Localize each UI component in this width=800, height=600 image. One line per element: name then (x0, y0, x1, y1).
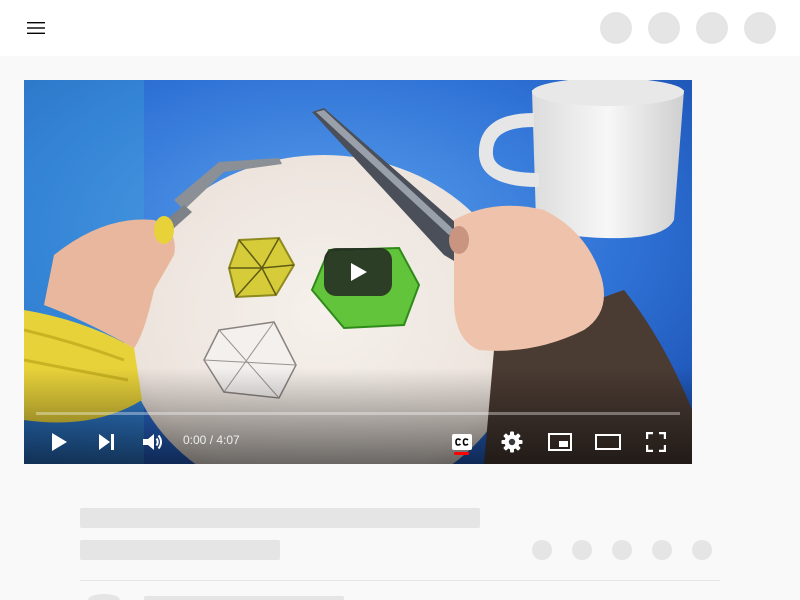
topbar-placeholder-1[interactable] (600, 12, 632, 44)
theater-mode-icon (595, 434, 621, 450)
fullscreen-icon (646, 432, 666, 452)
miniplayer-button[interactable] (542, 424, 578, 460)
progress-bar[interactable] (36, 412, 680, 415)
topbar-placeholder-3[interactable] (696, 12, 728, 44)
hamburger-menu-icon (27, 22, 45, 34)
subtitle-placeholder (80, 540, 280, 560)
menu-button[interactable] (18, 10, 54, 46)
volume-icon (143, 434, 162, 450)
skip-next-icon (99, 434, 114, 450)
settings-button[interactable] (494, 424, 530, 460)
closed-captions-icon (452, 434, 472, 450)
captions-active-indicator (454, 452, 469, 455)
topbar-placeholder-4[interactable] (744, 12, 776, 44)
top-bar (0, 0, 800, 56)
action-placeholder (692, 540, 712, 560)
action-placeholder (572, 540, 592, 560)
action-placeholder (532, 540, 552, 560)
play-button[interactable] (41, 424, 77, 460)
divider (80, 580, 720, 581)
theater-mode-button[interactable] (590, 424, 626, 460)
video-player[interactable]: 0:00 / 4:07 (24, 80, 692, 464)
mute-button[interactable] (135, 424, 171, 460)
channel-avatar-placeholder (88, 594, 120, 600)
title-placeholder (80, 508, 480, 528)
play-icon (351, 263, 367, 281)
large-play-button[interactable] (324, 248, 392, 296)
channel-name-placeholder (144, 596, 344, 600)
fullscreen-button[interactable] (638, 424, 674, 460)
gear-icon (501, 431, 523, 453)
action-placeholder (612, 540, 632, 560)
miniplayer-icon (548, 433, 572, 451)
next-button[interactable] (88, 424, 124, 460)
play-icon (52, 433, 67, 451)
action-placeholder (652, 540, 672, 560)
time-display: 0:00 / 4:07 (183, 433, 240, 447)
topbar-placeholder-2[interactable] (648, 12, 680, 44)
